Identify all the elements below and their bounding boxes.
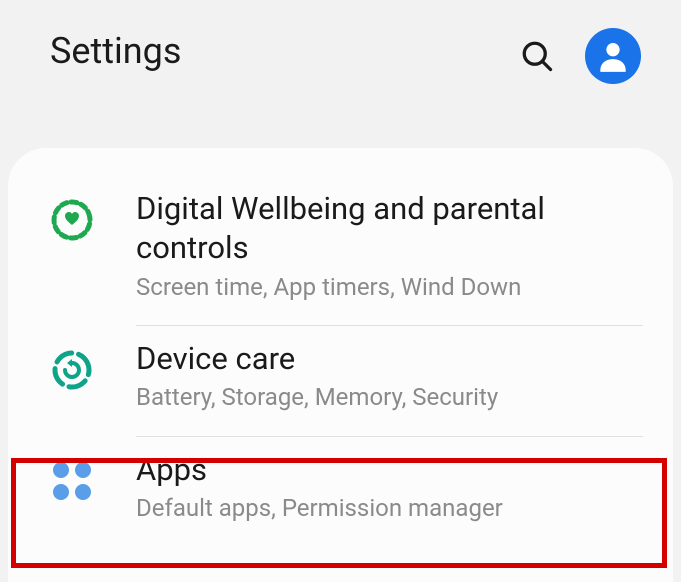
row-digital-wellbeing[interactable]: Digital Wellbeing and parental controls … <box>8 176 673 325</box>
row-subtitle: Battery, Storage, Memory, Security <box>136 382 643 413</box>
row-subtitle: Screen time, App timers, Wind Down <box>136 272 643 303</box>
row-device-care[interactable]: Device care Battery, Storage, Memory, Se… <box>8 326 673 436</box>
row-apps[interactable]: Apps Default apps, Permission manager <box>8 437 673 547</box>
apps-icon <box>48 457 96 505</box>
row-subtitle: Default apps, Permission manager <box>136 493 643 524</box>
row-title: Digital Wellbeing and parental controls <box>136 190 643 268</box>
row-text: Digital Wellbeing and parental controls … <box>136 190 673 303</box>
row-title: Device care <box>136 340 643 379</box>
row-text: Device care Battery, Storage, Memory, Se… <box>136 340 673 414</box>
person-icon <box>594 37 632 75</box>
settings-header: Settings <box>0 0 681 148</box>
search-button[interactable] <box>517 36 557 76</box>
profile-button[interactable] <box>585 28 641 84</box>
search-icon <box>519 38 555 74</box>
row-title: Apps <box>136 451 643 490</box>
row-text: Apps Default apps, Permission manager <box>136 451 673 525</box>
settings-card: Digital Wellbeing and parental controls … <box>8 148 673 582</box>
device-care-icon <box>48 346 96 394</box>
header-actions <box>517 28 641 84</box>
page-title: Settings <box>50 30 181 72</box>
wellbeing-icon <box>48 196 96 244</box>
